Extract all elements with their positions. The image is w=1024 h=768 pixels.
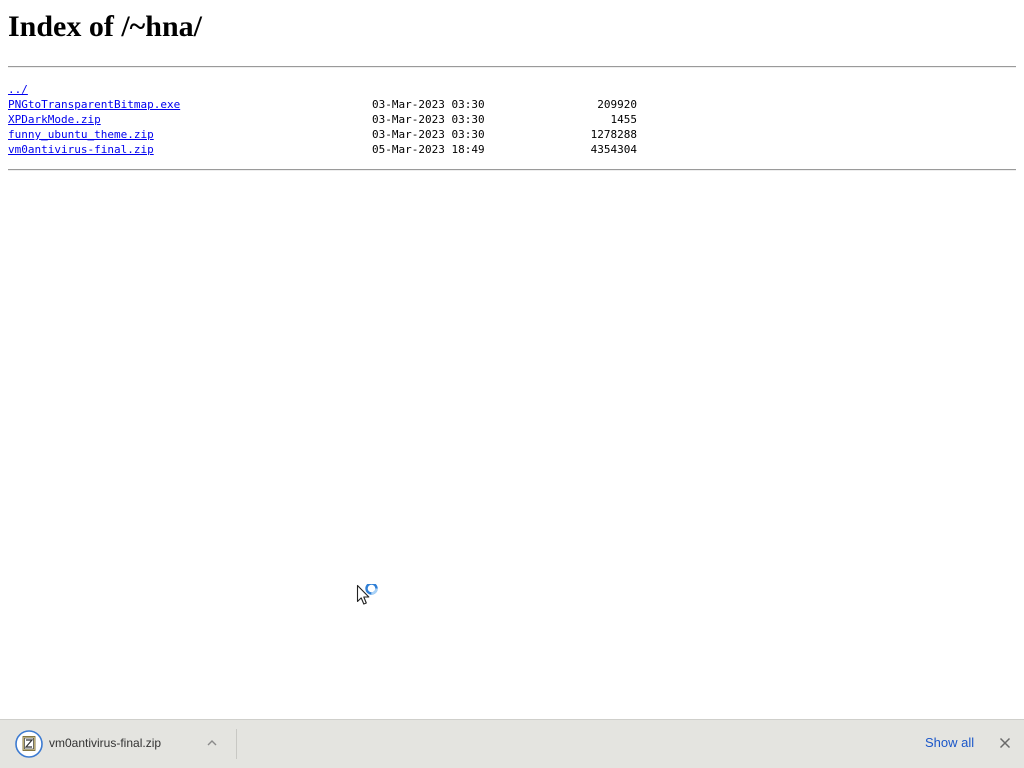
file-date: 03-Mar-2023 03:30 bbox=[372, 113, 485, 126]
file-link[interactable]: vm0antivirus-final.zip bbox=[8, 142, 154, 157]
download-shelf: vm0antivirus-final.zip Show all bbox=[0, 719, 1024, 768]
parent-directory-link[interactable]: ../ bbox=[8, 82, 28, 97]
file-link[interactable]: funny_ubuntu_theme.zip bbox=[8, 127, 154, 142]
file-date: 03-Mar-2023 03:30 bbox=[372, 128, 485, 141]
file-link[interactable]: PNGtoTransparentBitmap.exe bbox=[8, 97, 180, 112]
show-all-link[interactable]: Show all bbox=[925, 735, 974, 750]
file-date: 03-Mar-2023 03:30 bbox=[372, 98, 485, 111]
zip-file-icon bbox=[15, 730, 43, 758]
file-link[interactable]: XPDarkMode.zip bbox=[8, 112, 101, 127]
busy-cursor-icon bbox=[356, 584, 378, 605]
file-size: 1455 bbox=[610, 113, 638, 126]
bottom-divider bbox=[8, 169, 1016, 171]
directory-index-page: Index of /~hna/ ../ PNGtoTransparentBitm… bbox=[0, 0, 1024, 719]
download-item[interactable]: vm0antivirus-final.zip bbox=[8, 726, 228, 762]
file-date: 05-Mar-2023 18:49 bbox=[372, 143, 485, 156]
file-size: 209920 bbox=[597, 98, 637, 111]
shelf-divider bbox=[236, 729, 237, 759]
file-size: 1278288 bbox=[590, 128, 637, 141]
file-size: 4354304 bbox=[590, 143, 637, 156]
chevron-up-icon[interactable] bbox=[205, 736, 219, 750]
page-title: Index of /~hna/ bbox=[8, 10, 202, 43]
top-divider bbox=[8, 66, 1016, 68]
download-filename: vm0antivirus-final.zip bbox=[49, 736, 162, 750]
close-icon[interactable] bbox=[998, 736, 1012, 750]
